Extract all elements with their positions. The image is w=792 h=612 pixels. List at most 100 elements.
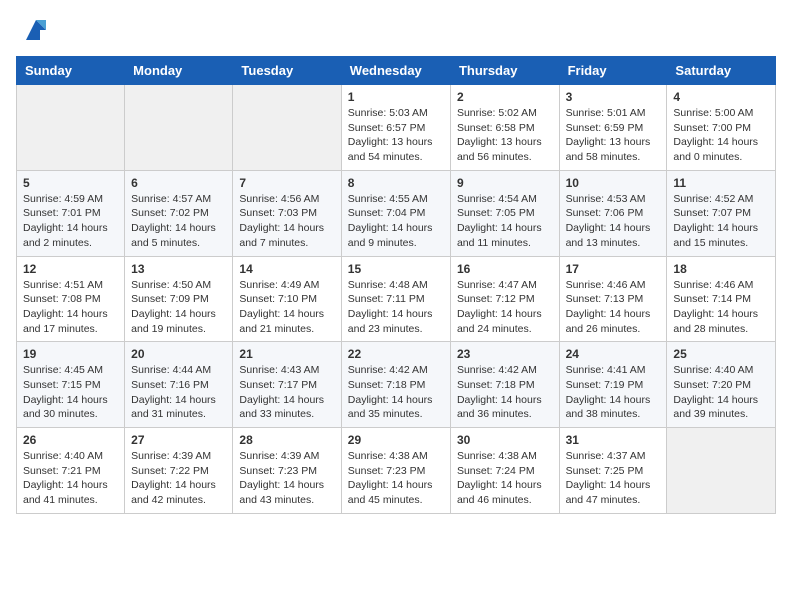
- daylight-text: Daylight: 14 hours and 19 minutes.: [131, 308, 216, 335]
- sunset-text: Sunset: 7:22 PM: [131, 465, 209, 477]
- calendar-cell: 20Sunrise: 4:44 AMSunset: 7:16 PMDayligh…: [125, 342, 233, 428]
- sunrise-text: Sunrise: 4:42 AM: [348, 364, 428, 376]
- daylight-text: Daylight: 14 hours and 42 minutes.: [131, 479, 216, 506]
- sunrise-text: Sunrise: 4:51 AM: [23, 279, 103, 291]
- cell-info: Sunrise: 4:39 AMSunset: 7:23 PMDaylight:…: [239, 449, 334, 508]
- daylight-text: Daylight: 14 hours and 41 minutes.: [23, 479, 108, 506]
- day-number: 1: [348, 90, 444, 104]
- cell-info: Sunrise: 4:48 AMSunset: 7:11 PMDaylight:…: [348, 278, 444, 337]
- daylight-text: Daylight: 14 hours and 9 minutes.: [348, 222, 433, 249]
- calendar-week-5: 26Sunrise: 4:40 AMSunset: 7:21 PMDayligh…: [17, 428, 776, 514]
- cell-info: Sunrise: 4:45 AMSunset: 7:15 PMDaylight:…: [23, 363, 118, 422]
- daylight-text: Daylight: 14 hours and 47 minutes.: [566, 479, 651, 506]
- sunset-text: Sunset: 7:16 PM: [131, 379, 209, 391]
- cell-info: Sunrise: 4:40 AMSunset: 7:21 PMDaylight:…: [23, 449, 118, 508]
- sunrise-text: Sunrise: 4:40 AM: [673, 364, 753, 376]
- sunset-text: Sunset: 7:20 PM: [673, 379, 751, 391]
- daylight-text: Daylight: 13 hours and 58 minutes.: [566, 136, 651, 163]
- sunrise-text: Sunrise: 5:02 AM: [457, 107, 537, 119]
- calendar-cell: 12Sunrise: 4:51 AMSunset: 7:08 PMDayligh…: [17, 256, 125, 342]
- calendar-cell: [667, 428, 776, 514]
- calendar-cell: 27 Sunrise: 4:39 AMSunset: 7:22 PMDayligh…: [125, 428, 233, 514]
- day-number: 19: [23, 347, 118, 361]
- calendar-cell: [233, 85, 341, 171]
- cell-info: Sunrise: 4:55 AMSunset: 7:04 PMDaylight:…: [348, 192, 444, 251]
- calendar-cell: 17Sunrise: 4:46 AMSunset: 7:13 PMDayligh…: [559, 256, 667, 342]
- day-number: 11: [673, 176, 769, 190]
- day-number: 13: [131, 262, 226, 276]
- cell-info: Sunrise: 4:52 AMSunset: 7:07 PMDaylight:…: [673, 192, 769, 251]
- cell-info: Sunrise: 4:42 AMSunset: 7:18 PMDaylight:…: [457, 363, 553, 422]
- daylight-text: Daylight: 14 hours and 46 minutes.: [457, 479, 542, 506]
- sunrise-text: Sunrise: 4:43 AM: [239, 364, 319, 376]
- daylight-text: Daylight: 14 hours and 43 minutes.: [239, 479, 324, 506]
- calendar-cell: 19 Sunrise: 4:45 AMSunset: 7:15 PMDayligh…: [17, 342, 125, 428]
- day-number: 14: [239, 262, 334, 276]
- cell-info: Sunrise: 5:00 AMSunset: 7:00 PMDaylight:…: [673, 106, 769, 165]
- daylight-text: Daylight: 14 hours and 24 minutes.: [457, 308, 542, 335]
- daylight-text: Daylight: 14 hours and 38 minutes.: [566, 394, 651, 421]
- day-number: 8: [348, 176, 444, 190]
- calendar-cell: 10 Sunrise: 4:53 AMSunset: 7:06 PMDayligh…: [559, 170, 667, 256]
- sunset-text: Sunset: 7:19 PM: [566, 379, 644, 391]
- calendar-week-4: 19 Sunrise: 4:45 AMSunset: 7:15 PMDayligh…: [17, 342, 776, 428]
- sunset-text: Sunset: 7:17 PM: [239, 379, 317, 391]
- cell-info: Sunrise: 4:51 AMSunset: 7:08 PMDaylight:…: [23, 278, 118, 337]
- col-header-tuesday: Tuesday: [233, 57, 341, 85]
- calendar-cell: 4Sunrise: 5:00 AMSunset: 7:00 PMDaylight…: [667, 85, 776, 171]
- sunrise-text: Sunrise: 4:52 AM: [673, 193, 753, 205]
- cell-info: Sunrise: 4:53 AMSunset: 7:06 PMDaylight:…: [566, 192, 661, 251]
- day-number: 3: [566, 90, 661, 104]
- daylight-text: Daylight: 14 hours and 26 minutes.: [566, 308, 651, 335]
- cell-info: Sunrise: 4:39 AMSunset: 7:22 PMDaylight:…: [131, 449, 226, 508]
- day-number: 25: [673, 347, 769, 361]
- sunrise-text: Sunrise: 4:38 AM: [348, 450, 428, 462]
- sunset-text: Sunset: 7:03 PM: [239, 207, 317, 219]
- day-number: 24: [566, 347, 661, 361]
- daylight-text: Daylight: 14 hours and 23 minutes.: [348, 308, 433, 335]
- calendar-cell: 30Sunrise: 4:38 AMSunset: 7:24 PMDayligh…: [450, 428, 559, 514]
- sunrise-text: Sunrise: 4:59 AM: [23, 193, 103, 205]
- col-header-thursday: Thursday: [450, 57, 559, 85]
- sunrise-text: Sunrise: 5:01 AM: [566, 107, 646, 119]
- calendar-week-1: 1Sunrise: 5:03 AMSunset: 6:57 PMDaylight…: [17, 85, 776, 171]
- day-number: 10: [566, 176, 661, 190]
- sunrise-text: Sunrise: 4:50 AM: [131, 279, 211, 291]
- sunset-text: Sunset: 7:21 PM: [23, 465, 101, 477]
- daylight-text: Daylight: 13 hours and 56 minutes.: [457, 136, 542, 163]
- calendar-cell: 24Sunrise: 4:41 AMSunset: 7:19 PMDayligh…: [559, 342, 667, 428]
- calendar-cell: 23Sunrise: 4:42 AMSunset: 7:18 PMDayligh…: [450, 342, 559, 428]
- day-number: 15: [348, 262, 444, 276]
- day-number: 27: [131, 433, 226, 447]
- day-number: 22: [348, 347, 444, 361]
- cell-info: Sunrise: 4:37 AMSunset: 7:25 PMDaylight:…: [566, 449, 661, 508]
- sunrise-text: Sunrise: 4:47 AM: [457, 279, 537, 291]
- daylight-text: Daylight: 14 hours and 28 minutes.: [673, 308, 758, 335]
- cell-info: Sunrise: 4:54 AMSunset: 7:05 PMDaylight:…: [457, 192, 553, 251]
- sunrise-text: Sunrise: 5:03 AM: [348, 107, 428, 119]
- daylight-text: Daylight: 14 hours and 0 minutes.: [673, 136, 758, 163]
- sunset-text: Sunset: 7:24 PM: [457, 465, 535, 477]
- cell-info: Sunrise: 4:42 AMSunset: 7:18 PMDaylight:…: [348, 363, 444, 422]
- sunrise-text: Sunrise: 4:37 AM: [566, 450, 646, 462]
- sunset-text: Sunset: 7:02 PM: [131, 207, 209, 219]
- daylight-text: Daylight: 14 hours and 35 minutes.: [348, 394, 433, 421]
- sunset-text: Sunset: 7:15 PM: [23, 379, 101, 391]
- cell-info: Sunrise: 4:46 AMSunset: 7:13 PMDaylight:…: [566, 278, 661, 337]
- logo: [16, 16, 50, 44]
- sunrise-text: Sunrise: 4:39 AM: [239, 450, 319, 462]
- sunset-text: Sunset: 7:07 PM: [673, 207, 751, 219]
- daylight-text: Daylight: 14 hours and 33 minutes.: [239, 394, 324, 421]
- calendar-cell: 9Sunrise: 4:54 AMSunset: 7:05 PMDaylight…: [450, 170, 559, 256]
- calendar-cell: 11Sunrise: 4:52 AMSunset: 7:07 PMDayligh…: [667, 170, 776, 256]
- sunrise-text: Sunrise: 4:38 AM: [457, 450, 537, 462]
- day-number: 20: [131, 347, 226, 361]
- logo-icon: [22, 16, 50, 44]
- cell-info: Sunrise: 5:02 AMSunset: 6:58 PMDaylight:…: [457, 106, 553, 165]
- cell-info: Sunrise: 4:40 AMSunset: 7:20 PMDaylight:…: [673, 363, 769, 422]
- daylight-text: Daylight: 13 hours and 54 minutes.: [348, 136, 433, 163]
- calendar-cell: 18Sunrise: 4:46 AMSunset: 7:14 PMDayligh…: [667, 256, 776, 342]
- day-number: 18: [673, 262, 769, 276]
- calendar-cell: 7Sunrise: 4:56 AMSunset: 7:03 PMDaylight…: [233, 170, 341, 256]
- sunset-text: Sunset: 7:05 PM: [457, 207, 535, 219]
